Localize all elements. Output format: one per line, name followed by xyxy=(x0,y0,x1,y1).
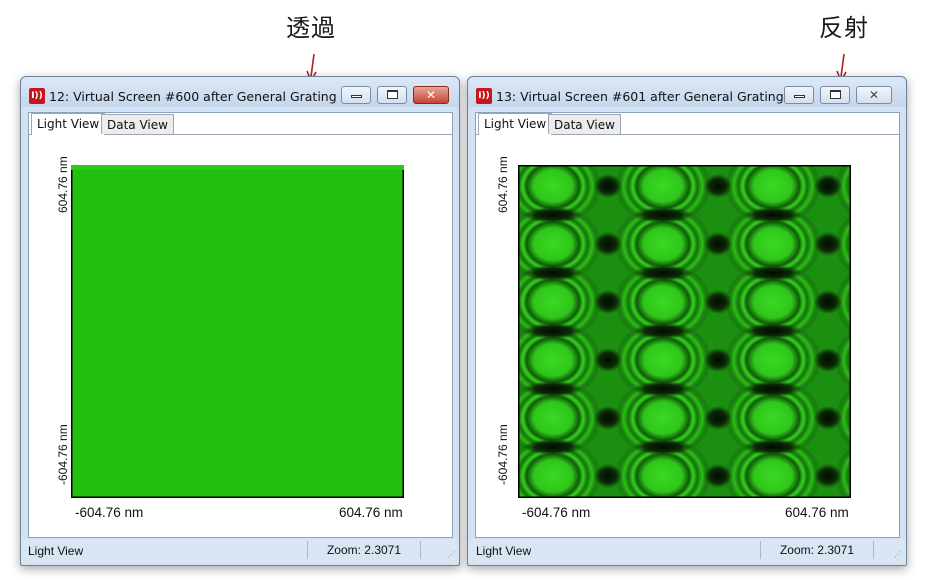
status-view-label: Light View xyxy=(476,544,532,558)
zoom-indicator: Zoom: 2.3071 xyxy=(760,541,874,559)
status-bar: Light View Zoom: 2.3071 ⋰ xyxy=(468,539,906,563)
app-icon: I)) xyxy=(29,88,45,104)
x-axis-max-label: 604.76 nm xyxy=(785,505,849,520)
light-view-plot[interactable] xyxy=(518,165,851,498)
status-view-label: Light View xyxy=(28,544,84,558)
virtual-screen-window-600[interactable]: I)) 12: Virtual Screen #600 after Genera… xyxy=(20,76,460,566)
maximize-button[interactable] xyxy=(820,86,850,104)
window-title: 13: Virtual Screen #601 after General Gr… xyxy=(496,89,800,104)
x-axis-min-label: -604.76 nm xyxy=(522,505,591,520)
minimize-button[interactable] xyxy=(341,86,371,104)
light-view-plot[interactable] xyxy=(71,165,404,498)
y-axis-min-label: -604.76 nm xyxy=(56,424,70,485)
transmission-caption: 透過 xyxy=(286,14,336,42)
tab-data-view[interactable]: Data View xyxy=(101,114,174,134)
minimize-icon xyxy=(794,95,805,98)
y-axis-max-label: 604.76 nm xyxy=(56,156,70,213)
maximize-icon xyxy=(830,90,841,99)
x-axis-max-label: 604.76 nm xyxy=(339,505,403,520)
zoom-indicator: Zoom: 2.3071 xyxy=(307,541,421,559)
reflection-caption: 反射 xyxy=(819,14,869,42)
reflected-interference-pattern-image xyxy=(518,165,851,498)
close-icon: ✕ xyxy=(868,88,880,102)
resize-grip-icon[interactable]: ⋰ xyxy=(447,550,455,559)
close-button[interactable]: ✕ xyxy=(413,86,449,104)
window-title: 12: Virtual Screen #600 after General Gr… xyxy=(49,89,353,104)
tab-data-view[interactable]: Data View xyxy=(548,114,621,134)
maximize-button[interactable] xyxy=(377,86,407,104)
title-bar[interactable]: I)) 12: Virtual Screen #600 after Genera… xyxy=(21,77,459,107)
app-icon: I)) xyxy=(476,88,492,104)
tab-light-view[interactable]: Light View xyxy=(31,113,106,135)
maximize-icon xyxy=(387,90,398,99)
resize-grip-icon[interactable]: ⋰ xyxy=(894,550,902,559)
status-bar: Light View Zoom: 2.3071 ⋰ xyxy=(21,539,459,563)
y-axis-max-label: 604.76 nm xyxy=(496,156,510,213)
view-tabs: Light View Data View xyxy=(476,113,899,135)
close-icon: ✕ xyxy=(425,88,437,102)
tab-light-view[interactable]: Light View xyxy=(478,113,553,135)
virtual-screen-window-601[interactable]: I)) 13: Virtual Screen #601 after Genera… xyxy=(467,76,907,566)
minimize-button[interactable] xyxy=(784,86,814,104)
y-axis-min-label: -604.76 nm xyxy=(496,424,510,485)
close-button[interactable]: ✕ xyxy=(856,86,892,104)
minimize-icon xyxy=(351,95,362,98)
x-axis-min-label: -604.76 nm xyxy=(75,505,144,520)
transmitted-field-image xyxy=(71,165,404,498)
title-bar[interactable]: I)) 13: Virtual Screen #601 after Genera… xyxy=(468,77,906,107)
view-tabs: Light View Data View xyxy=(29,113,452,135)
